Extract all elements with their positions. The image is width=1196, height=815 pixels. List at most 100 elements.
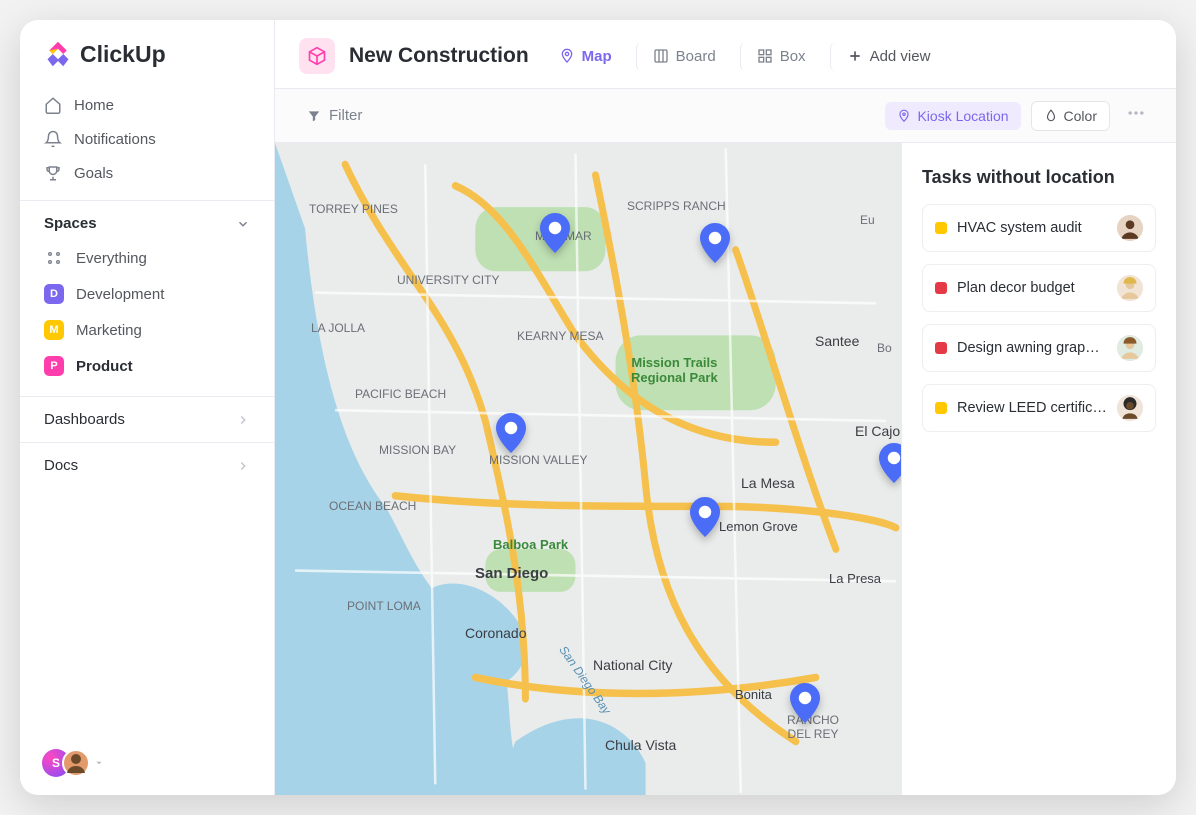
map-label: LA JOLLA xyxy=(311,321,365,335)
droplet-icon xyxy=(1044,109,1058,123)
map-label: KEARNY MESA xyxy=(517,329,603,343)
spaces-header-label: Spaces xyxy=(44,215,97,232)
add-view-label: Add view xyxy=(870,48,931,65)
map-label: UNIVERSITY CITY xyxy=(397,273,499,287)
assignee-avatar xyxy=(1117,395,1143,421)
filter-button[interactable]: Filter xyxy=(299,101,370,130)
map-label-park: Balboa Park xyxy=(493,537,568,552)
chevron-down-icon xyxy=(236,217,250,231)
panel-title: Tasks without location xyxy=(922,167,1156,188)
tasks-without-location-panel: Tasks without location HVAC system audit… xyxy=(901,143,1176,795)
map-label: MISSION VALLEY xyxy=(489,453,587,467)
project-title: New Construction xyxy=(349,44,529,68)
map-label-city: San Diego xyxy=(475,565,548,582)
nav-label: Home xyxy=(74,97,114,114)
grid-icon xyxy=(44,248,64,268)
map-pin[interactable] xyxy=(690,497,720,537)
spaces-header[interactable]: Spaces xyxy=(20,200,274,240)
task-card[interactable]: Plan decor budget xyxy=(922,264,1156,312)
brand-name: ClickUp xyxy=(80,41,166,68)
map-label: La Mesa xyxy=(741,475,795,491)
assignee-avatar xyxy=(1117,335,1143,361)
user-avatar xyxy=(62,749,90,777)
kiosk-location-chip[interactable]: Kiosk Location xyxy=(885,102,1020,130)
map-pin[interactable] xyxy=(790,683,820,723)
space-marketing[interactable]: M Marketing xyxy=(34,312,260,348)
chevron-right-icon xyxy=(236,413,250,427)
task-title: Design awning grap… xyxy=(957,340,1107,356)
more-horizontal-icon xyxy=(1126,103,1146,123)
assignee-avatar xyxy=(1117,275,1143,301)
map-label: La Presa xyxy=(829,571,881,586)
view-tab-box[interactable]: Box xyxy=(740,42,816,71)
space-badge: M xyxy=(44,320,64,340)
board-icon xyxy=(653,48,669,64)
filter-label: Filter xyxy=(329,107,362,124)
nav-label: Goals xyxy=(74,165,113,182)
map-label: National City xyxy=(593,657,672,673)
color-chip[interactable]: Color xyxy=(1031,101,1110,131)
section-dashboards[interactable]: Dashboards xyxy=(20,396,274,442)
sidebar: ClickUp Home Notifications Goals Spaces xyxy=(20,20,275,795)
nav-label: Notifications xyxy=(74,131,156,148)
map-label: Chula Vista xyxy=(605,737,676,753)
status-indicator xyxy=(935,402,947,414)
map-label: Coronado xyxy=(465,625,527,641)
task-card[interactable]: Review LEED certific… xyxy=(922,384,1156,432)
space-everything[interactable]: Everything xyxy=(34,240,260,276)
caret-down-icon xyxy=(94,758,104,768)
task-title: Plan decor budget xyxy=(957,280,1107,296)
map-label: El Cajo xyxy=(855,423,900,439)
map-label: Eu xyxy=(860,213,875,227)
main-area: New Construction Map Board Box Add view xyxy=(275,20,1176,795)
map-label: PACIFIC BEACH xyxy=(355,387,446,401)
space-product[interactable]: P Product xyxy=(34,348,260,384)
map-pin[interactable] xyxy=(879,443,901,483)
map-pin[interactable] xyxy=(496,413,526,453)
status-indicator xyxy=(935,282,947,294)
map-view[interactable]: TORREY PINES MIRAMAR SCRIPPS RANCH UNIVE… xyxy=(275,143,901,795)
map-label: MISSION BAY xyxy=(379,443,456,457)
chip-label: Kiosk Location xyxy=(917,108,1008,124)
space-label: Marketing xyxy=(76,322,142,339)
filter-icon xyxy=(307,109,321,123)
map-label: POINT LOMA xyxy=(347,599,421,613)
space-development[interactable]: D Development xyxy=(34,276,260,312)
trophy-icon xyxy=(44,164,62,182)
map-label: SCRIPPS RANCH xyxy=(627,199,726,213)
task-title: Review LEED certific… xyxy=(957,400,1107,416)
space-badge: P xyxy=(44,356,64,376)
home-icon xyxy=(44,96,62,114)
spaces-list: Everything D Development M Marketing P P… xyxy=(20,240,274,396)
assignee-avatar xyxy=(1117,215,1143,241)
section-label: Dashboards xyxy=(44,411,125,428)
nav-notifications[interactable]: Notifications xyxy=(34,122,260,156)
view-tab-label: Board xyxy=(676,48,716,65)
space-badge: D xyxy=(44,284,64,304)
view-tab-label: Map xyxy=(582,48,612,65)
topbar: New Construction Map Board Box Add view xyxy=(275,20,1176,88)
map-pin[interactable] xyxy=(540,213,570,253)
nav-goals[interactable]: Goals xyxy=(34,156,260,190)
status-indicator xyxy=(935,342,947,354)
section-docs[interactable]: Docs xyxy=(20,442,274,488)
map-label: Lemon Grove xyxy=(719,519,798,534)
brand-logo[interactable]: ClickUp xyxy=(20,40,274,84)
map-label: OCEAN BEACH xyxy=(329,499,416,513)
space-label: Everything xyxy=(76,250,147,267)
view-tab-map[interactable]: Map xyxy=(551,42,622,71)
more-button[interactable] xyxy=(1120,99,1152,132)
space-label: Development xyxy=(76,286,164,303)
pin-icon xyxy=(897,109,911,123)
view-tab-board[interactable]: Board xyxy=(636,42,726,71)
pin-icon xyxy=(559,48,575,64)
avatar-pair: S xyxy=(42,749,90,777)
task-card[interactable]: Design awning grap… xyxy=(922,324,1156,372)
user-menu[interactable]: S xyxy=(20,731,274,795)
map-pin[interactable] xyxy=(700,223,730,263)
nav-home[interactable]: Home xyxy=(34,88,260,122)
add-view-button[interactable]: Add view xyxy=(830,42,941,71)
map-label-park: Mission Trails Regional Park xyxy=(631,355,718,385)
task-card[interactable]: HVAC system audit xyxy=(922,204,1156,252)
status-indicator xyxy=(935,222,947,234)
